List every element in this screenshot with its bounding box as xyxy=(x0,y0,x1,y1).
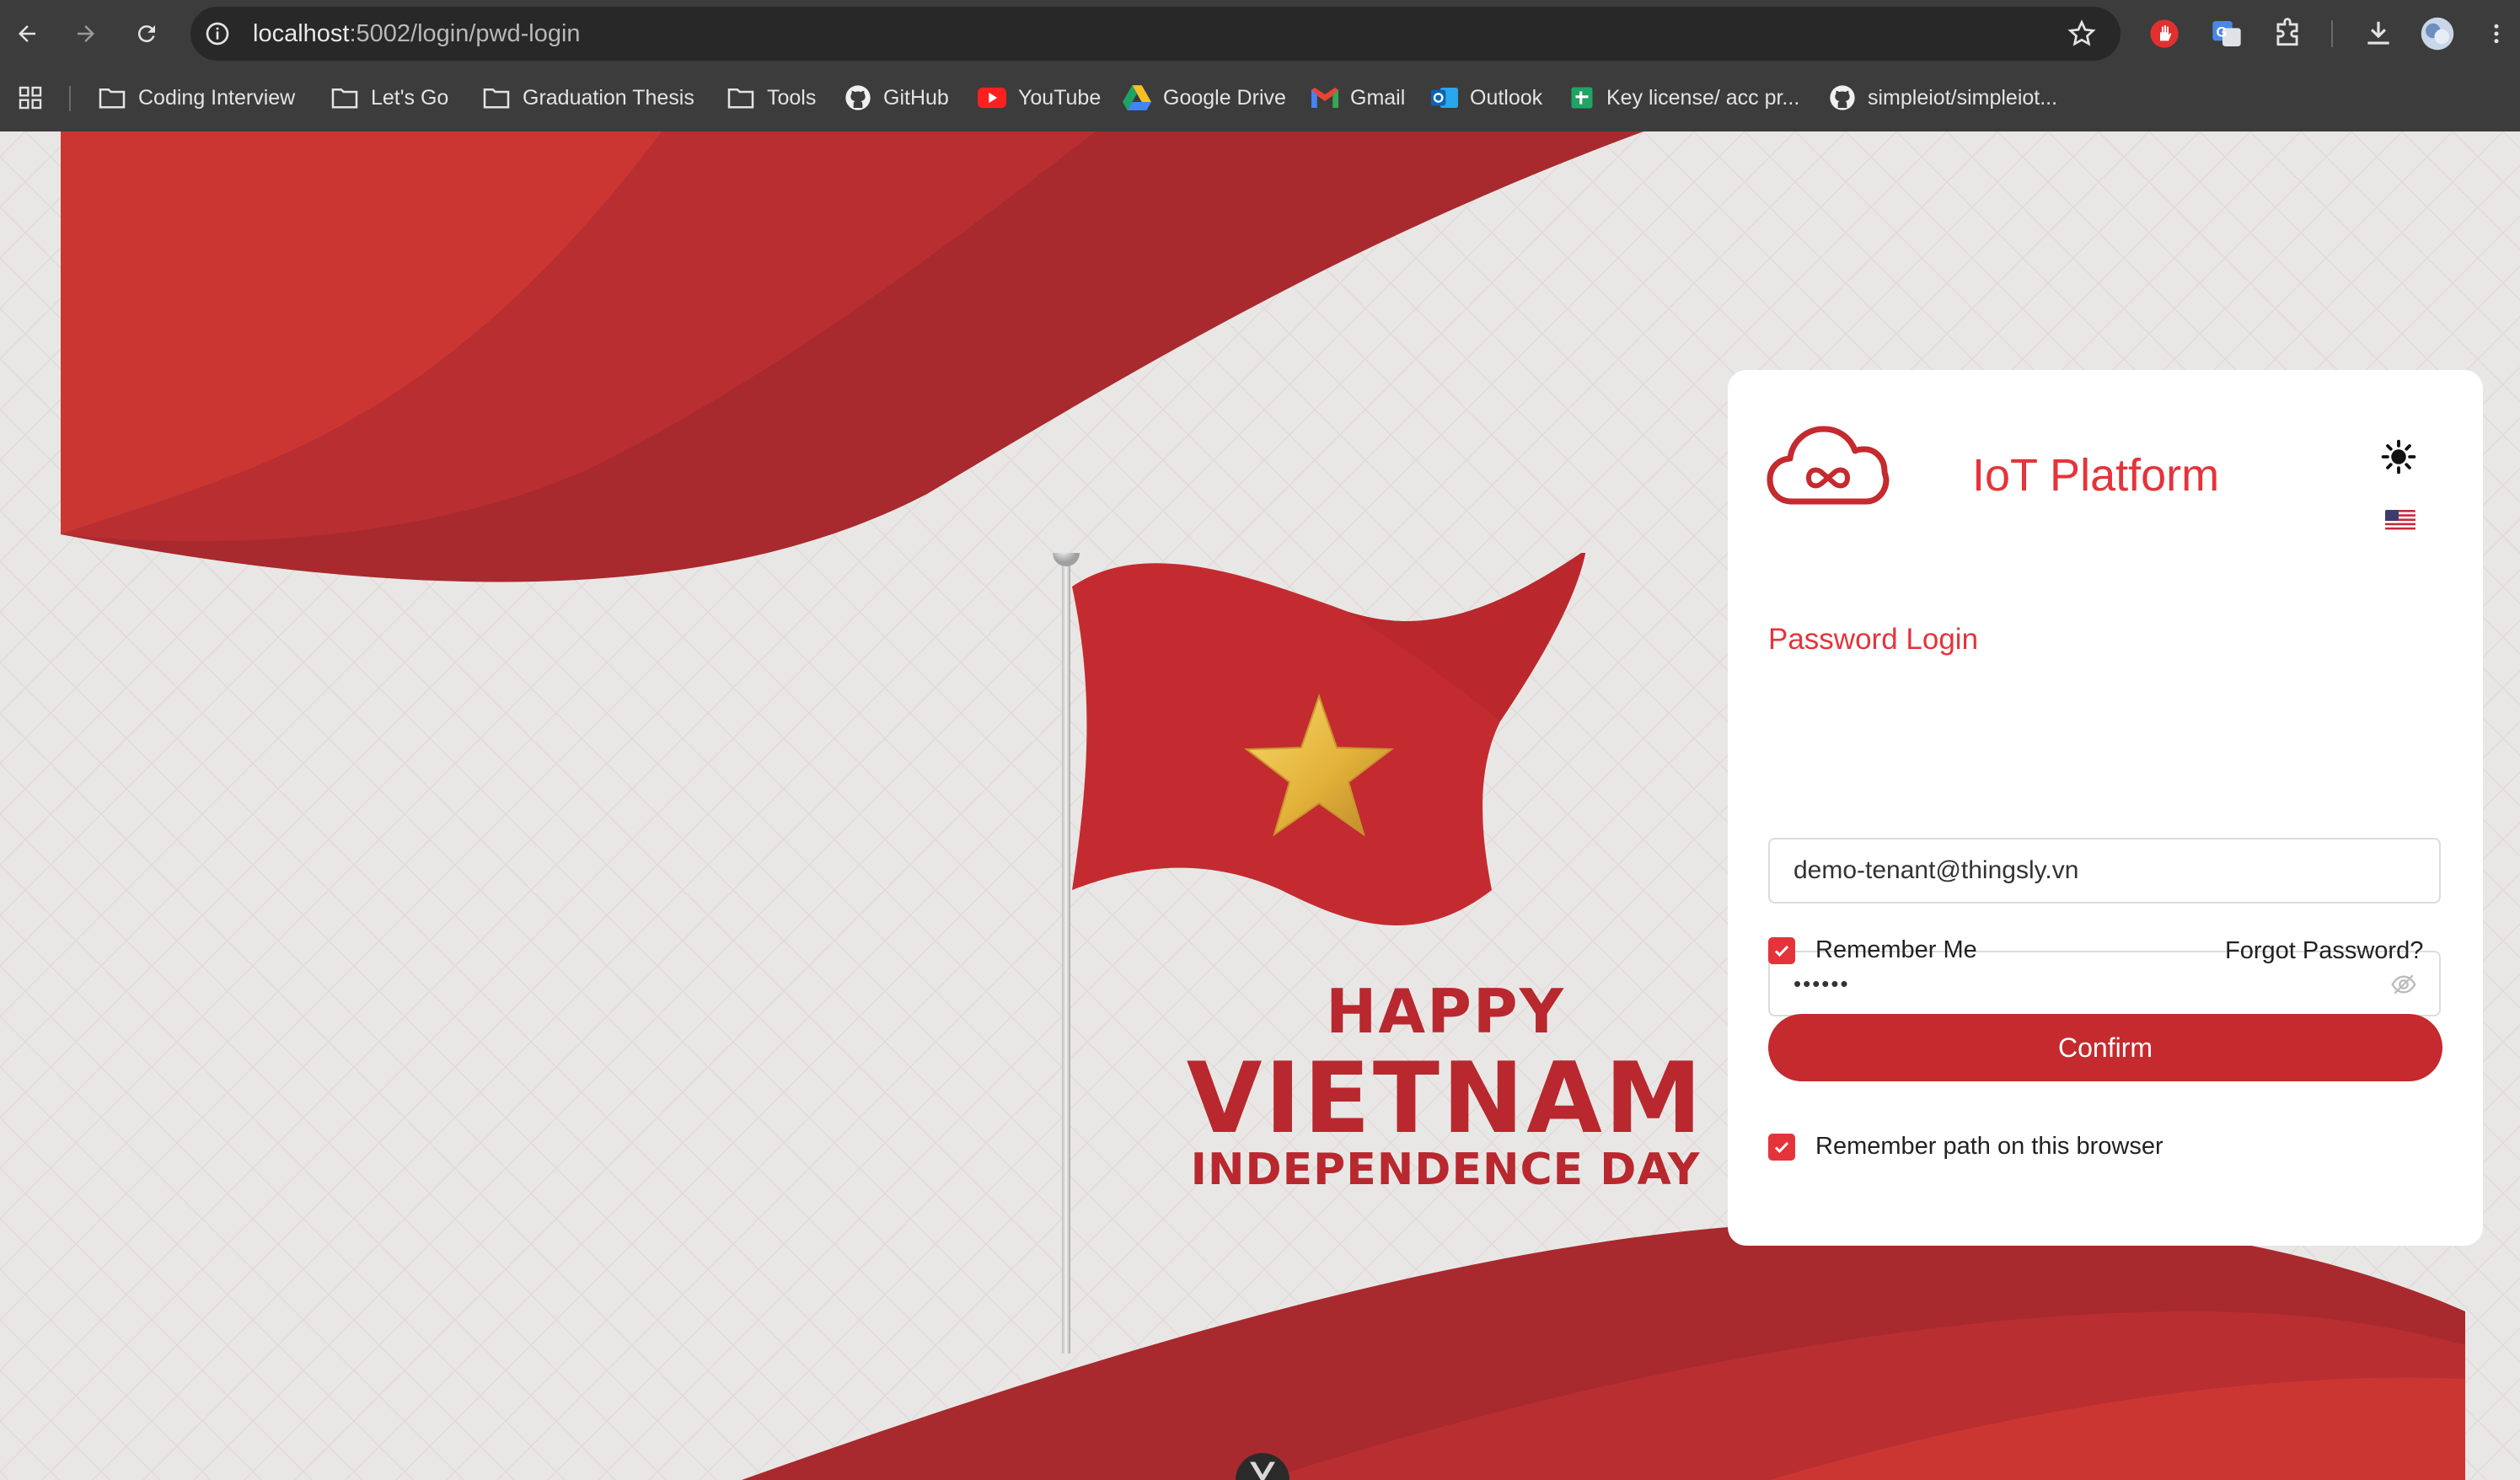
toolbar-divider xyxy=(2331,20,2333,47)
address-bar[interactable]: localhost:5002/login/pwd-login xyxy=(190,7,2121,61)
checkmark-icon xyxy=(1774,1141,1789,1153)
bookmark-label: Tools xyxy=(767,85,817,110)
banner-line-happy: HAPPY xyxy=(1326,976,1565,1047)
url-text: localhost:5002/login/pwd-login xyxy=(253,17,581,51)
google-translate-icon[interactable]: G xyxy=(2206,13,2247,54)
bookmarks-bar: Coding Interview Let's Go Graduation The… xyxy=(0,72,2520,123)
bookmark-google-drive[interactable]: Google Drive xyxy=(1123,72,1286,123)
bookmark-graduation-thesis[interactable]: Graduation Thesis xyxy=(482,72,694,123)
svg-text:G: G xyxy=(2217,24,2228,40)
remember-me-row[interactable]: Remember Me xyxy=(1768,936,1977,964)
cloud-infinity-logo-icon xyxy=(1767,426,1890,505)
username-input[interactable] xyxy=(1770,839,2407,902)
login-card: IoT Platform Password Login demo-tenant@… xyxy=(1728,370,2483,1246)
bookmark-github[interactable]: GitHub xyxy=(844,72,949,123)
bookmark-coding-interview[interactable]: Coding Interview xyxy=(98,72,295,123)
folder-icon xyxy=(99,88,126,109)
profile-avatar-icon[interactable] xyxy=(2417,13,2458,54)
bookmark-outlook[interactable]: Outlook xyxy=(1431,72,1542,123)
bookmark-label: Google Drive xyxy=(1163,85,1286,110)
bookmark-label: simpleiot/simpleiot... xyxy=(1868,85,2058,110)
independence-day-text: HAPPY VIETNAM INDEPENDENCE DAY xyxy=(1096,978,1795,1193)
reload-button[interactable] xyxy=(128,15,165,52)
bookmark-label: Gmail xyxy=(1350,85,1406,110)
folder-icon xyxy=(483,88,510,109)
site-info-icon xyxy=(206,22,229,46)
downloads-icon[interactable] xyxy=(2358,13,2399,54)
gmail-icon xyxy=(1311,88,1338,108)
bookmark-label: GitHub xyxy=(883,85,949,110)
browser-chrome: localhost:5002/login/pwd-login G Coding … xyxy=(0,0,2520,131)
vietnam-flag-illustration xyxy=(1053,553,1586,1354)
login-page: HAPPY VIETNAM INDEPENDENCE DAY IoT Platf… xyxy=(0,131,2520,1480)
bookmark-lets-go[interactable]: Let's Go xyxy=(330,72,448,123)
folder-icon xyxy=(331,88,358,109)
youtube-icon xyxy=(978,87,1006,109)
confirm-button[interactable]: Confirm xyxy=(1768,1014,2442,1081)
back-button[interactable] xyxy=(8,15,46,52)
remember-path-checkbox[interactable] xyxy=(1768,1133,1795,1161)
remember-me-checkbox[interactable] xyxy=(1768,936,1795,964)
remember-path-row[interactable]: Remember path on this browser xyxy=(1768,1133,2163,1161)
reload-icon xyxy=(137,25,155,43)
adblock-extension-icon[interactable] xyxy=(2144,13,2185,54)
forward-arrow-icon xyxy=(78,25,94,42)
github-icon xyxy=(845,85,871,110)
bookmark-label: Outlook xyxy=(1470,85,1543,110)
back-arrow-icon xyxy=(19,25,35,42)
username-field[interactable] xyxy=(1768,838,2441,904)
folder-icon xyxy=(727,88,754,109)
bookmarks-divider xyxy=(69,86,71,111)
bookmark-youtube[interactable]: YouTube xyxy=(978,72,1101,123)
browser-menu-icon[interactable] xyxy=(2476,13,2517,54)
language-us-flag-icon[interactable] xyxy=(2385,510,2415,530)
vue-logo-icon xyxy=(1250,1461,1275,1480)
remember-path-label: Remember path on this browser xyxy=(1815,1133,2163,1160)
extensions-puzzle-icon[interactable] xyxy=(2267,13,2308,54)
bookmark-tools[interactable]: Tools xyxy=(727,72,816,123)
bookmark-label: YouTube xyxy=(1018,85,1102,110)
sheets-icon xyxy=(1571,87,1593,109)
bookmark-simpleiot[interactable]: simpleiot/simpleiot... xyxy=(1829,72,2057,123)
outlook-icon xyxy=(1431,88,1458,108)
theme-toggle-sun-icon[interactable] xyxy=(2381,439,2416,475)
forward-button[interactable] xyxy=(67,15,105,52)
brand-title: IoT Platform xyxy=(1972,450,2220,501)
bookmark-star-icon[interactable] xyxy=(2067,19,2097,49)
url-path: :5002/login/pwd-login xyxy=(349,20,581,47)
forgot-password-link[interactable]: Forgot Password? xyxy=(2225,937,2423,965)
google-drive-icon xyxy=(1123,85,1151,110)
apps-grid-icon[interactable] xyxy=(17,72,44,123)
eye-slash-icon[interactable] xyxy=(2390,971,2417,998)
bookmark-gmail[interactable]: Gmail xyxy=(1311,72,1405,123)
remember-me-label: Remember Me xyxy=(1815,936,1977,963)
bookmark-label: Key license/ acc pr... xyxy=(1606,85,1800,110)
banner-line-independence-day: INDEPENDENCE DAY xyxy=(1190,1145,1701,1195)
bookmark-key-license[interactable]: Key license/ acc pr... xyxy=(1569,72,1799,123)
bookmark-label: Let's Go xyxy=(371,85,449,110)
bookmark-label: Coding Interview xyxy=(138,85,296,110)
browser-toolbar: localhost:5002/login/pwd-login G xyxy=(0,0,2520,67)
form-title: Password Login xyxy=(1768,623,1979,656)
bookmark-label: Graduation Thesis xyxy=(523,85,694,110)
checkmark-icon xyxy=(1774,945,1789,957)
url-host: localhost xyxy=(253,20,350,47)
github-icon xyxy=(1830,85,1855,110)
banner-line-vietnam: VIETNAM xyxy=(1186,1042,1705,1156)
